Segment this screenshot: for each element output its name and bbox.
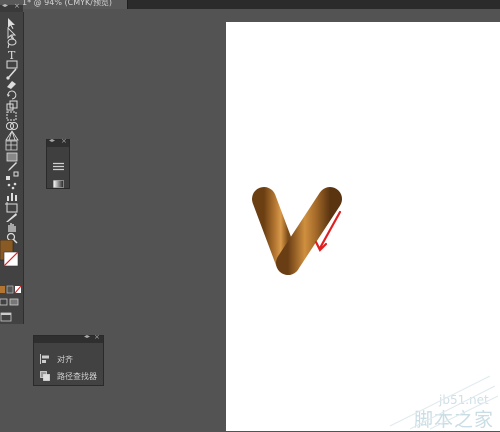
toolbar-header[interactable]: ◂▸ × [0,2,23,12]
collapsed-panel-dock: ◂▸ × [46,137,70,192]
draw-mode-buttons[interactable] [0,292,22,306]
panel-header[interactable]: ◂▸ × [34,333,103,343]
watermark-swoosh [389,375,499,430]
align-label: 对齐 [57,354,73,364]
fill-stroke-swatch[interactable] [0,239,20,276]
pathfinder-label: 路径查找器 [57,371,97,381]
gradient-panel-icon[interactable] [53,173,64,192]
align-icon [40,354,49,364]
pathfinder-icon [40,371,50,381]
screen-mode-button[interactable] [0,307,22,322]
v-right-stroke[interactable] [276,187,342,275]
document-tab-title: 1* @ 94% (CMYK/预览) [22,0,113,7]
artboard[interactable]: jb51.net 脚本之家 [226,22,500,431]
color-mode-buttons[interactable] [0,279,22,294]
close-icon[interactable]: × [14,2,20,10]
pathfinder-panel-button[interactable]: 路径查找器 [40,369,97,383]
collapse-arrows-icon[interactable]: ◂▸ [84,333,90,340]
collapse-arrows-icon[interactable]: ◂▸ [49,137,55,144]
collapse-arrows-icon[interactable]: ◂▸ [2,2,8,9]
align-panel-button[interactable]: 对齐 [40,352,73,366]
tools-panel: T [0,12,24,324]
close-icon[interactable]: × [61,137,67,145]
v-shape-artwork[interactable] [226,22,500,431]
close-icon[interactable]: × [94,333,100,341]
document-tab-strip: 1* @ 94% (CMYK/预览) [0,0,500,9]
align-pathfinder-panel: ◂▸ × 对齐 路径查找器 [33,333,104,386]
panel-header[interactable]: ◂▸ × [47,137,69,147]
